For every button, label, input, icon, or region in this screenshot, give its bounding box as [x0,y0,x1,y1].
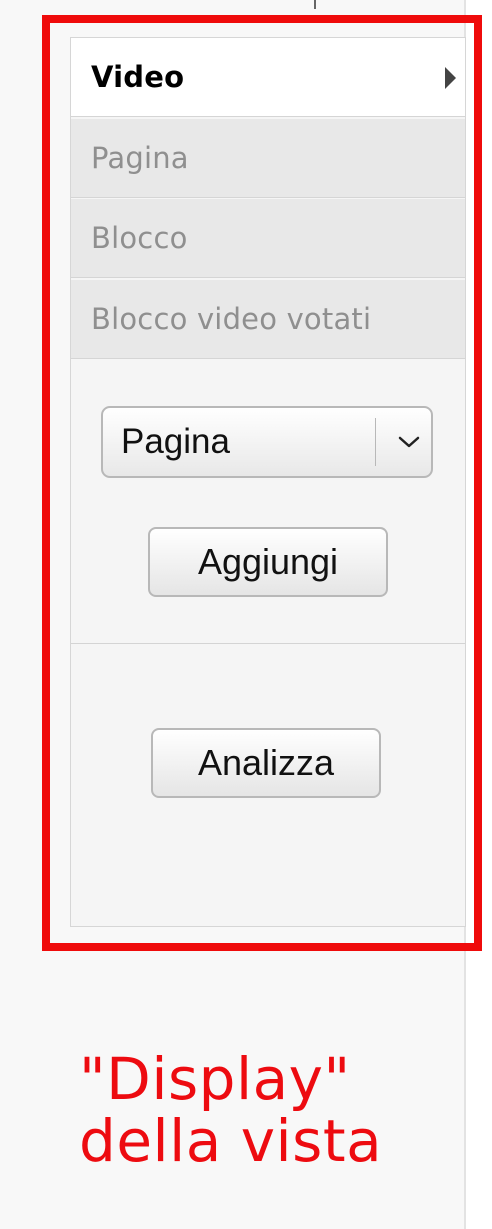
top-edge-mark [314,0,316,9]
display-type-select[interactable]: Pagina [101,406,433,478]
tab-blocco[interactable]: Blocco [71,199,465,278]
tab-label: Blocco [91,221,188,255]
tab-label: Video [91,60,185,94]
tab-blocco-video-votati[interactable]: Blocco video votati [71,280,465,359]
tab-pagina[interactable]: Pagina [71,119,465,198]
chevron-down-icon [386,422,431,462]
display-panel: Video Pagina Blocco Blocco video votati … [70,37,466,927]
select-divider [375,418,376,466]
tab-video[interactable]: Video [71,38,465,117]
tab-label: Pagina [91,141,189,175]
triangle-right-icon [445,67,456,89]
caption-line-1: "Display" [79,1045,351,1113]
analyze-button[interactable]: Analizza [151,728,381,798]
add-button[interactable]: Aggiungi [148,527,388,597]
section-divider [71,643,465,644]
select-value: Pagina [121,422,230,461]
caption-text: "Display" della vista [79,1048,382,1172]
caption-line-2: della vista [79,1107,383,1175]
tab-label: Blocco video votati [91,302,372,336]
